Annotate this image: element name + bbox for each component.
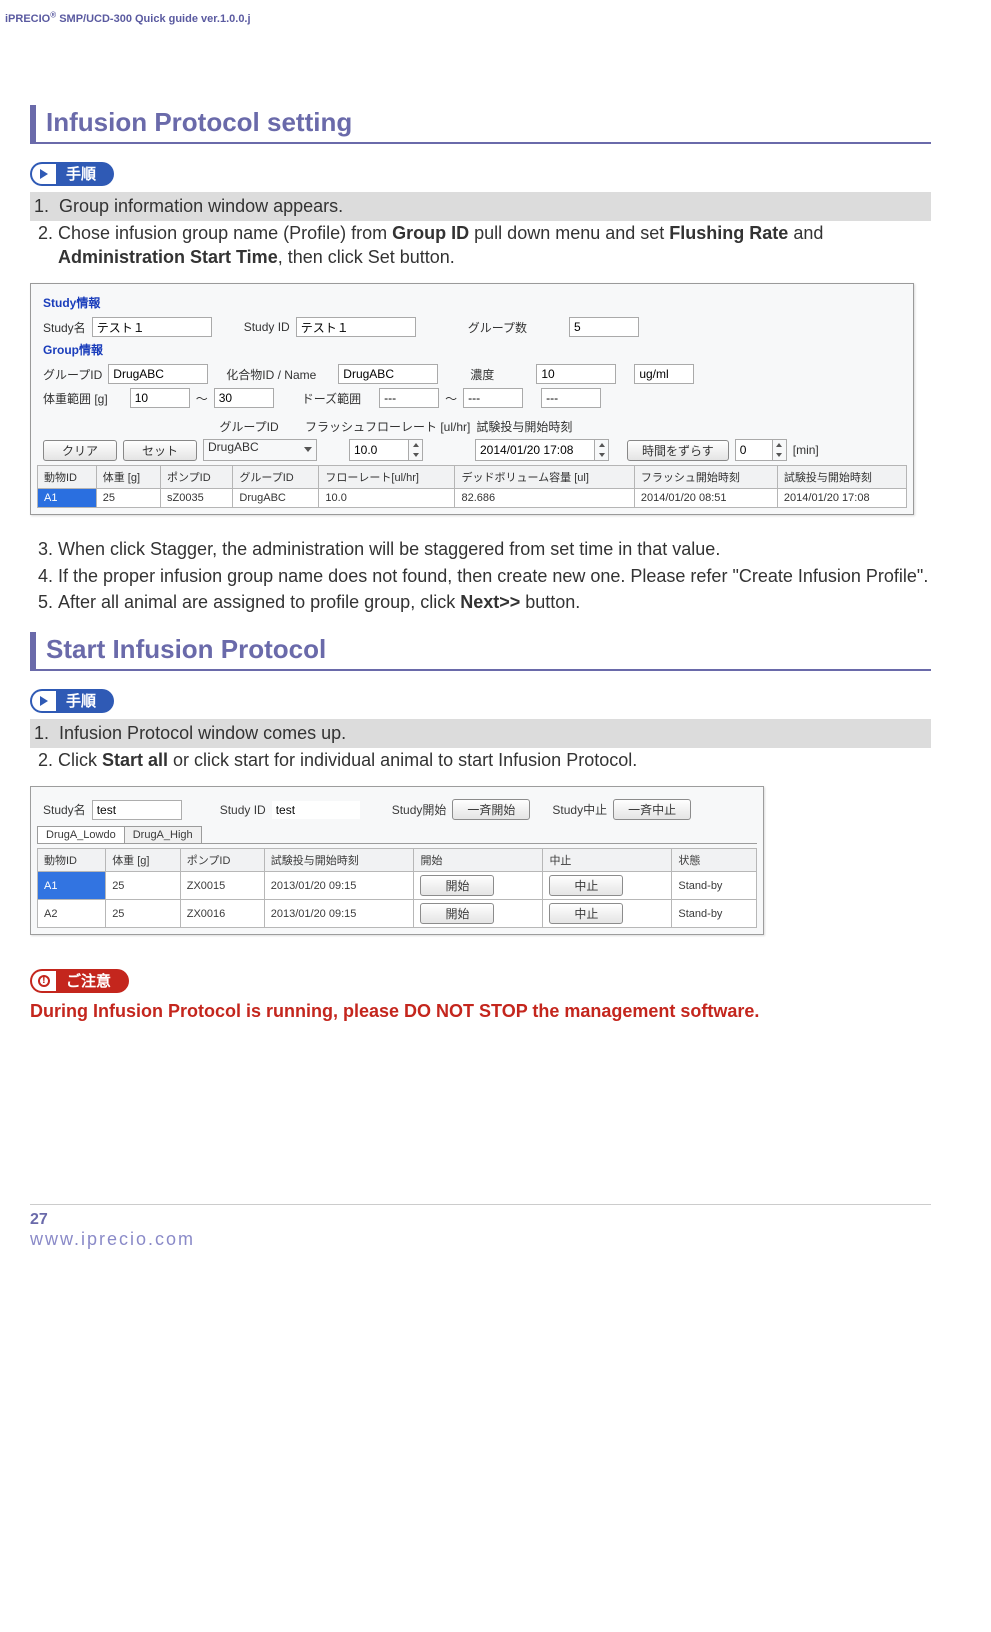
admin-start-spinner[interactable] (475, 439, 609, 461)
study-id-input[interactable] (296, 317, 416, 337)
start-button-row1[interactable]: 開始 (420, 875, 494, 896)
admin-start-label: 試験投与開始時刻 (476, 418, 572, 435)
study-stop-label: Study中止 (552, 801, 607, 818)
section-title-start-infusion: Start Infusion Protocol (30, 632, 931, 671)
product-name: iPRECIO (5, 13, 50, 25)
study-id-label: Study ID (244, 320, 290, 334)
table-header: 動物ID体重 [g]ポンプID 試験投与開始時刻開始中止状態 (38, 849, 757, 872)
caution-label: ご注意 (56, 969, 129, 993)
group-legend: Group情報 (43, 341, 907, 358)
doc-version: SMP/UCD-300 Quick guide ver.1.0.0.j (56, 13, 250, 25)
study-name-label-2: Study名 (43, 801, 86, 818)
step-3: When click Stagger, the administration w… (58, 537, 931, 561)
group-id-dropdown[interactable]: DrugABC (203, 439, 317, 461)
animal-table-2: 動物ID体重 [g]ポンプID 試験投与開始時刻開始中止状態 A125ZX001… (37, 848, 757, 928)
footer-url: www.iprecio.com (30, 1229, 931, 1250)
warning-text: During Infusion Protocol is running, ple… (30, 999, 931, 1023)
step-1-text: Group information window appears. (59, 196, 343, 216)
group-information-window: Study情報 Study名 Study ID グループ数 Group情報 グル… (30, 283, 914, 515)
dose-unit-input[interactable] (541, 388, 601, 408)
study-legend: Study情報 (43, 294, 907, 311)
stop-all-button[interactable]: 一斉中止 (613, 799, 691, 820)
concentration-unit[interactable] (634, 364, 694, 384)
dose-range-label: ドーズ範囲 (302, 390, 361, 407)
steps-list-2: Click Start all or click start for indiv… (30, 748, 931, 772)
study-name-input-2[interactable] (92, 800, 182, 820)
weight-range-label: 体重範囲 [g] (43, 390, 108, 407)
procedure-label-2: 手順 (56, 689, 114, 713)
clear-button[interactable]: クリア (43, 440, 117, 461)
study-id-label-2: Study ID (220, 803, 266, 817)
group-id-label-2: グループID (199, 418, 299, 435)
group-count-label: グループ数 (468, 319, 527, 336)
dose-lo-input[interactable] (379, 388, 439, 408)
play-icon (30, 162, 56, 186)
dose-hi-input[interactable] (463, 388, 523, 408)
study-start-label: Study開始 (392, 801, 447, 818)
section-title-infusion-setting: Infusion Protocol setting (30, 105, 931, 144)
concentration-input[interactable] (536, 364, 616, 384)
group-count-input[interactable] (569, 317, 639, 337)
study-name-input[interactable] (92, 317, 212, 337)
table-header: 動物ID体重 [g]ポンプID グループIDフローレート[ul/hr]デッドボリ… (38, 466, 907, 489)
start-button-row2[interactable]: 開始 (420, 903, 494, 924)
play-icon (30, 689, 56, 713)
steps-list-1: Chose infusion group name (Profile) from… (30, 221, 931, 270)
table-row[interactable]: A125ZX00152013/01/20 09:15 開始 中止 Stand-b… (38, 872, 757, 900)
tab-lowdose[interactable]: DrugA_Lowdo (37, 826, 125, 843)
step-1-highlight: 1. Group information window appears. (30, 192, 931, 221)
alert-icon (30, 969, 56, 993)
group-id-input[interactable] (108, 364, 208, 384)
animal-table: 動物ID体重 [g]ポンプID グループIDフローレート[ul/hr]デッドボリ… (37, 465, 907, 508)
tilde: ～ (196, 390, 208, 407)
procedure-badge: 手順 (30, 162, 114, 186)
compound-label: 化合物ID / Name (226, 366, 316, 383)
start-all-button[interactable]: 一斉開始 (452, 799, 530, 820)
tab-highdose[interactable]: DrugA_High (124, 826, 202, 843)
set-button[interactable]: セット (123, 440, 197, 461)
stagger-button[interactable]: 時間をずらす (627, 440, 729, 461)
step2-2: Click Start all or click start for indiv… (58, 748, 931, 772)
group-id-label: グループID (43, 366, 102, 383)
table-row[interactable]: A225ZX00162013/01/20 09:15 開始 中止 Stand-b… (38, 900, 757, 928)
table-row[interactable]: A125sZ0035 DrugABC10.082.686 2014/01/20 … (38, 489, 907, 508)
stagger-unit: [min] (793, 443, 819, 457)
step-5: After all animal are assigned to profile… (58, 590, 931, 614)
study-id-input-2[interactable] (272, 801, 360, 819)
step2-1-highlight: 1. Infusion Protocol window comes up. (30, 719, 931, 748)
tab-bar: DrugA_Lowdo DrugA_High (37, 826, 757, 844)
weight-lo-input[interactable] (130, 388, 190, 408)
page-footer: 27 www.iprecio.com (30, 1204, 931, 1250)
step-4: If the proper infusion group name does n… (58, 564, 931, 588)
steps-list-1b: When click Stagger, the administration w… (30, 537, 931, 614)
tilde2: ～ (445, 390, 457, 407)
caution-badge: ご注意 (30, 969, 129, 993)
procedure-badge-2: 手順 (30, 689, 114, 713)
infusion-protocol-window: Study名 Study ID Study開始 一斉開始 Study中止 一斉中… (30, 786, 764, 935)
step2-1-text: Infusion Protocol window comes up. (59, 723, 346, 743)
document-header: iPRECIO® SMP/UCD-300 Quick guide ver.1.0… (5, 10, 931, 25)
flush-rate-spinner[interactable] (349, 439, 423, 461)
stagger-spinner[interactable] (735, 439, 787, 461)
stop-button-row1[interactable]: 中止 (549, 875, 623, 896)
procedure-label: 手順 (56, 162, 114, 186)
weight-hi-input[interactable] (214, 388, 274, 408)
concentration-label: 濃度 (470, 366, 494, 383)
stop-button-row2[interactable]: 中止 (549, 903, 623, 924)
study-name-label: Study名 (43, 319, 86, 336)
step-2: Chose infusion group name (Profile) from… (58, 221, 931, 270)
flush-rate-label: フラッシュフローレート [ul/hr] (305, 418, 470, 435)
page-number: 27 (30, 1211, 931, 1229)
compound-input[interactable] (338, 364, 438, 384)
